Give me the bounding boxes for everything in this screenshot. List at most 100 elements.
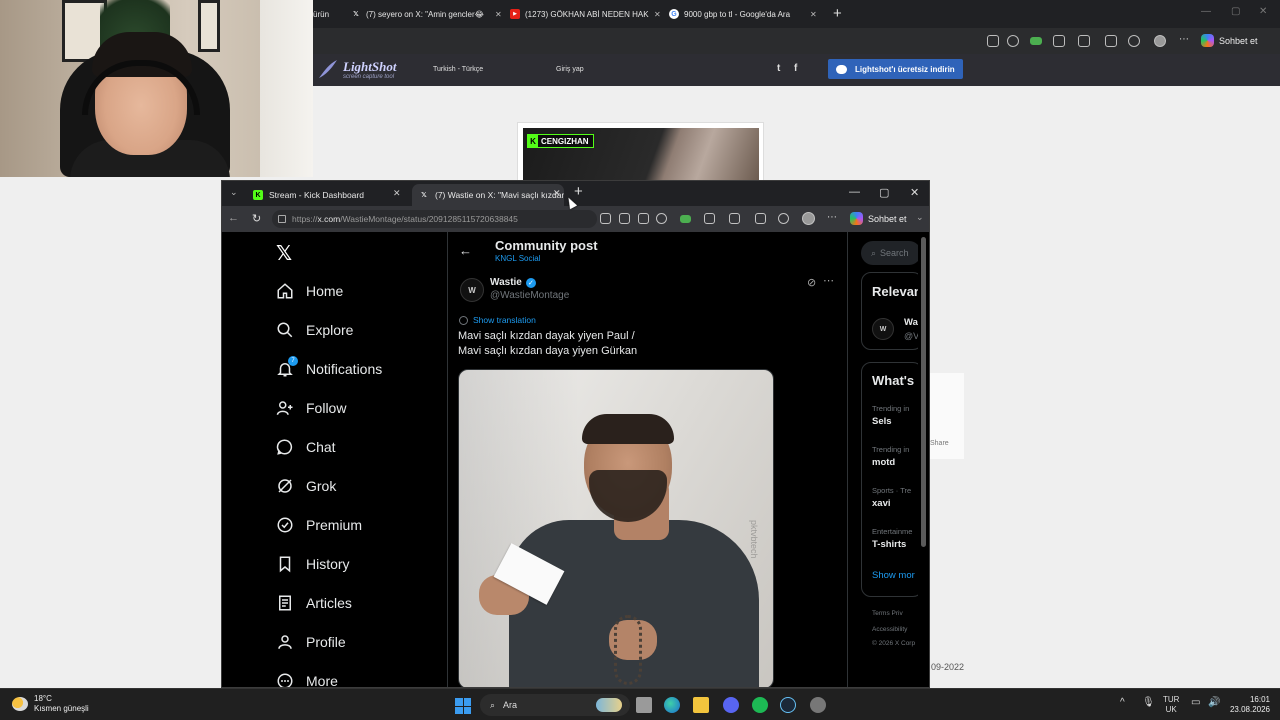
nav-notifications[interactable]: 7 Notifications <box>276 356 382 378</box>
maximize-icon[interactable]: ▢ <box>1231 6 1240 17</box>
reader-icon[interactable] <box>638 213 649 224</box>
trend-name[interactable]: Sels <box>872 416 892 427</box>
download-button[interactable]: Lightshot'ı ücretsiz indirin <box>828 59 963 79</box>
nav-articles[interactable]: Articles <box>276 594 352 612</box>
microphone-icon[interactable]: 🎙 <box>1142 698 1155 708</box>
community-link[interactable]: KNGL Social <box>495 254 541 263</box>
extension-icon[interactable] <box>680 215 691 223</box>
close-tab-icon[interactable]: ✕ <box>495 4 502 24</box>
footer-links[interactable]: Accessibility <box>872 626 907 633</box>
language-select[interactable]: Turkish - Türkçe <box>433 66 483 73</box>
bg-tab-youtube[interactable]: ▶ (1273) GÖKHAN ABİ NEDEN HAK <box>510 4 660 24</box>
lightshot-logo[interactable]: LightShot <box>343 59 396 75</box>
show-translation-link[interactable]: Show translation <box>459 315 536 325</box>
app-icon[interactable] <box>810 697 826 713</box>
minimize-icon[interactable]: — <box>1201 6 1211 17</box>
copilot-chat-button[interactable]: Sohbet et <box>1201 34 1258 47</box>
twitter-icon[interactable]: t <box>777 63 780 74</box>
copilot-chat-button[interactable]: Sohbet et <box>850 212 907 225</box>
nav-grok[interactable]: Grok <box>276 477 336 495</box>
back-icon[interactable]: ← <box>228 212 239 224</box>
profile-avatar-icon[interactable] <box>802 212 815 225</box>
post-author[interactable]: Wastie ✓ <box>490 277 536 288</box>
tracking-icon[interactable] <box>755 213 766 224</box>
collections-icon[interactable] <box>1128 35 1140 47</box>
more-options-icon[interactable]: ⋯ <box>823 274 834 287</box>
favorite-star-icon[interactable] <box>656 213 667 224</box>
new-tab-button[interactable]: + <box>833 5 842 22</box>
task-view-icon[interactable] <box>636 697 652 713</box>
search-field[interactable]: ⌕ Search <box>861 241 918 265</box>
nav-more[interactable]: More <box>276 672 338 687</box>
display-icon[interactable]: ▭ <box>1191 698 1200 708</box>
nav-follow[interactable]: Follow <box>276 399 346 417</box>
bg-tab-seyero[interactable]: 𝕏 (7) seyero on X: "Amin gencler😂 <box>351 4 501 24</box>
more-menu-icon[interactable]: ⋯ <box>827 212 837 223</box>
tray-overflow-icon[interactable]: ^ <box>1120 698 1125 708</box>
nav-home[interactable]: Home <box>276 282 343 300</box>
relevant-name[interactable]: Wa <box>904 317 918 328</box>
trend-name[interactable]: motd <box>872 457 895 468</box>
extension-icon[interactable] <box>1030 37 1042 45</box>
close-tab-icon[interactable]: ✕ <box>553 188 561 199</box>
language-indicator[interactable]: TUR UK <box>1163 695 1179 715</box>
minimize-icon[interactable]: — <box>849 186 860 198</box>
reload-icon[interactable]: ↻ <box>252 212 261 225</box>
tab-kick-dashboard[interactable]: K Stream - Kick Dashboard <box>246 184 406 206</box>
favorite-icon[interactable] <box>1007 35 1019 47</box>
close-tab-icon[interactable]: ✕ <box>654 4 661 24</box>
address-bar[interactable]: https://x.com/WastieMontage/status/20912… <box>272 210 597 228</box>
file-explorer-icon[interactable] <box>693 697 709 713</box>
app-icon[interactable] <box>987 35 999 47</box>
app-available-icon[interactable] <box>600 213 611 224</box>
start-button[interactable] <box>455 698 471 714</box>
maximize-icon[interactable]: ▢ <box>879 186 889 199</box>
more-menu-icon[interactable]: ⋯ <box>1179 34 1189 45</box>
footer-links[interactable]: Terms Priv <box>872 610 903 617</box>
x-logo-icon[interactable]: 𝕏 <box>276 241 292 266</box>
grok-icon[interactable]: ⊘ <box>807 276 816 289</box>
avatar[interactable]: W <box>460 278 484 302</box>
trend-name[interactable]: xavi <box>872 498 891 509</box>
nav-premium[interactable]: Premium <box>276 516 362 534</box>
back-arrow-icon[interactable]: ← <box>459 243 472 258</box>
login-link[interactable]: Giriş yap <box>556 66 584 73</box>
clock[interactable]: 16:01 23.08.2026 <box>1226 695 1270 715</box>
steam-icon[interactable] <box>780 697 796 713</box>
weather-widget[interactable]: 18°C Kısmen güneşli <box>12 694 89 714</box>
chevron-down-icon[interactable]: ⌄ <box>916 212 924 223</box>
extension-icon[interactable] <box>704 213 715 224</box>
puzzle-icon[interactable] <box>729 213 740 224</box>
avatar[interactable]: W <box>872 318 894 340</box>
tab-list-chevron-icon[interactable]: ⌄ <box>230 187 238 198</box>
discord-icon[interactable] <box>723 697 739 713</box>
author-handle[interactable]: @WastieMontage <box>490 290 569 301</box>
tracking-icon[interactable] <box>1105 35 1117 47</box>
show-more-link[interactable]: Show mor <box>872 570 915 581</box>
share-button[interactable]: Share <box>930 440 949 447</box>
nav-profile[interactable]: Profile <box>276 633 346 651</box>
volume-icon[interactable]: 🔊 <box>1208 698 1220 708</box>
extension-icon[interactable] <box>1053 35 1065 47</box>
nav-history[interactable]: History <box>276 555 350 573</box>
scrollbar[interactable] <box>921 237 926 547</box>
nav-explore[interactable]: Explore <box>276 321 353 339</box>
close-tab-icon[interactable]: ✕ <box>393 188 401 199</box>
post-video[interactable]: pktvbtech <box>458 369 774 687</box>
collections-icon[interactable] <box>778 213 789 224</box>
spotify-icon[interactable] <box>752 697 768 713</box>
close-window-icon[interactable]: ✕ <box>1259 6 1267 17</box>
trend-name[interactable]: T-shirts <box>872 539 906 550</box>
new-tab-button[interactable]: + <box>574 183 583 200</box>
close-window-icon[interactable]: ✕ <box>910 186 919 199</box>
edge-icon[interactable] <box>664 697 680 713</box>
translate-icon[interactable] <box>619 213 630 224</box>
tab-wastie-post[interactable]: 𝕏 (7) Wastie on X: "Mavi saçlı kızdan <box>412 184 564 206</box>
taskbar-search[interactable]: ⌕ Ara <box>480 694 630 716</box>
profile-avatar-icon[interactable] <box>1154 35 1166 47</box>
close-tab-icon[interactable]: ✕ <box>810 4 817 24</box>
bg-tab-partial[interactable]: ürün <box>313 4 337 24</box>
puzzle-icon[interactable] <box>1078 35 1090 47</box>
nav-chat[interactable]: Chat <box>276 438 336 456</box>
facebook-icon[interactable]: f <box>794 63 797 74</box>
